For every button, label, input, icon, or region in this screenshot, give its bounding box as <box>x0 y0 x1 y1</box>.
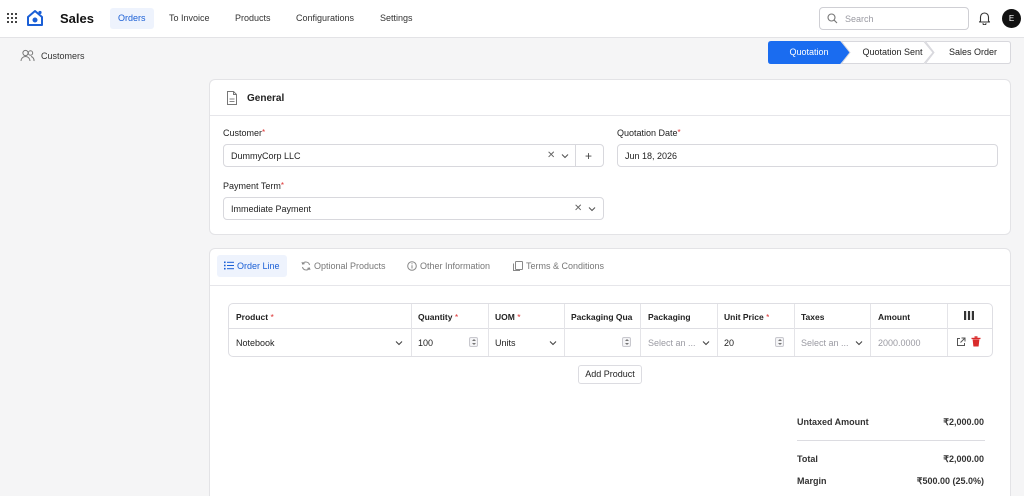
quantity-stepper[interactable] <box>469 337 478 347</box>
search-placeholder: Search <box>845 14 874 24</box>
column-header-unit-price[interactable]: Unit Price * <box>724 312 769 322</box>
nav-configurations[interactable]: Configurations <box>288 8 362 29</box>
order-lines-table: Product * Quantity * UOM * Packaging Qua… <box>228 303 993 357</box>
packaging-cell[interactable]: Select an ... <box>648 338 696 348</box>
divider <box>210 115 1010 116</box>
divider <box>794 304 795 356</box>
quotation-date-value: Jun 18, 2026 <box>625 151 678 161</box>
divider <box>411 304 412 356</box>
divider <box>717 304 718 356</box>
divider <box>488 304 489 356</box>
document-icon <box>227 91 237 105</box>
tab-terms-conditions[interactable]: Terms & Conditions <box>506 255 611 277</box>
chevron-down-icon[interactable] <box>588 206 596 212</box>
product-cell[interactable]: Notebook <box>236 338 275 348</box>
customer-label: Customer* <box>223 128 266 138</box>
divider <box>870 304 871 356</box>
divider <box>564 304 565 356</box>
amount-cell: 2000.0000 <box>878 338 921 348</box>
untaxed-amount-value: ₹2,000.00 <box>943 417 984 427</box>
tab-other-information[interactable]: Other Information <box>400 255 497 277</box>
column-header-packaging-qty[interactable]: Packaging Qua <box>571 312 635 322</box>
payment-term-label: Payment Term* <box>223 181 284 191</box>
total-label: Total <box>797 454 818 464</box>
divider <box>797 440 985 441</box>
step-label: Quotation Sent <box>862 47 923 57</box>
quotation-date-label: Quotation Date* <box>617 128 681 138</box>
clear-icon[interactable]: ✕ <box>547 150 555 161</box>
refresh-icon <box>301 261 311 271</box>
step-quotation-sent[interactable]: Quotation Sent <box>841 41 934 64</box>
top-bar: Sales Orders To Invoice Products Configu… <box>0 0 1024 38</box>
list-icon <box>224 261 234 270</box>
add-customer-icon[interactable]: + <box>585 149 592 163</box>
nav-orders[interactable]: Orders <box>110 8 154 29</box>
divider <box>575 145 576 166</box>
nav-settings[interactable]: Settings <box>372 8 421 29</box>
column-header-taxes[interactable]: Taxes <box>801 312 824 322</box>
column-header-quantity[interactable]: Quantity * <box>418 312 458 322</box>
divider <box>947 304 948 356</box>
add-product-button[interactable]: Add Product <box>578 365 642 384</box>
step-label: Sales Order <box>948 47 998 57</box>
section-title: General <box>247 93 285 104</box>
chevron-down-icon[interactable] <box>561 153 569 159</box>
tab-order-line[interactable]: Order Line <box>217 255 287 277</box>
bell-icon[interactable] <box>978 11 991 25</box>
margin-value: ₹500.00 (25.0%) <box>916 476 984 486</box>
tab-label: Optional Products <box>314 261 386 271</box>
uom-cell[interactable]: Units <box>495 338 516 348</box>
step-sales-order[interactable]: Sales Order <box>925 41 1011 64</box>
divider <box>640 304 641 356</box>
search-icon <box>827 13 838 24</box>
margin-label: Margin <box>797 476 827 486</box>
tab-optional-products[interactable]: Optional Products <box>294 255 393 277</box>
column-header-amount[interactable]: Amount <box>878 312 910 322</box>
tab-label: Order Line <box>237 261 280 271</box>
column-header-packaging[interactable]: Packaging <box>648 312 691 322</box>
users-icon <box>20 49 35 62</box>
untaxed-amount-label: Untaxed Amount <box>797 417 869 427</box>
info-icon <box>407 261 417 271</box>
chevron-down-icon[interactable] <box>702 340 710 346</box>
unit-price-cell[interactable]: 20 <box>724 338 734 348</box>
avatar[interactable]: E <box>1002 9 1021 28</box>
clear-icon[interactable]: ✕ <box>574 203 582 214</box>
tab-label: Terms & Conditions <box>526 261 605 271</box>
app-logo-icon[interactable] <box>26 9 44 27</box>
column-header-uom[interactable]: UOM * <box>495 312 521 322</box>
chevron-down-icon[interactable] <box>549 340 557 346</box>
payment-term-select[interactable]: Immediate Payment ✕ <box>223 197 604 220</box>
unit-price-stepper[interactable] <box>775 337 784 347</box>
step-quotation[interactable]: Quotation <box>768 41 850 64</box>
chevron-down-icon[interactable] <box>855 340 863 346</box>
customer-select[interactable]: DummyCorp LLC ✕ + <box>223 144 604 167</box>
apps-grid-icon[interactable] <box>7 13 17 23</box>
search-input[interactable]: Search <box>819 7 969 30</box>
nav-products[interactable]: Products <box>227 8 279 29</box>
columns-icon[interactable] <box>964 311 974 320</box>
nav-to-invoice[interactable]: To Invoice <box>161 8 218 29</box>
customer-value: DummyCorp LLC <box>231 151 301 161</box>
tab-label: Other Information <box>420 261 491 271</box>
documents-icon <box>513 261 523 271</box>
total-value: ₹2,000.00 <box>943 454 984 464</box>
divider <box>210 285 1010 286</box>
open-external-icon[interactable] <box>956 337 966 347</box>
app-title: Sales <box>60 11 94 26</box>
quantity-cell[interactable]: 100 <box>418 338 433 348</box>
sidebar-item-label: Customers <box>41 51 85 61</box>
trash-icon[interactable] <box>971 336 981 347</box>
chevron-down-icon[interactable] <box>395 340 403 346</box>
payment-term-value: Immediate Payment <box>231 204 312 214</box>
quotation-date-field[interactable]: Jun 18, 2026 <box>617 144 998 167</box>
column-header-product[interactable]: Product * <box>236 312 274 322</box>
taxes-cell[interactable]: Select an ... <box>801 338 849 348</box>
packaging-qty-stepper[interactable] <box>622 337 631 347</box>
step-label: Quotation <box>789 47 829 57</box>
